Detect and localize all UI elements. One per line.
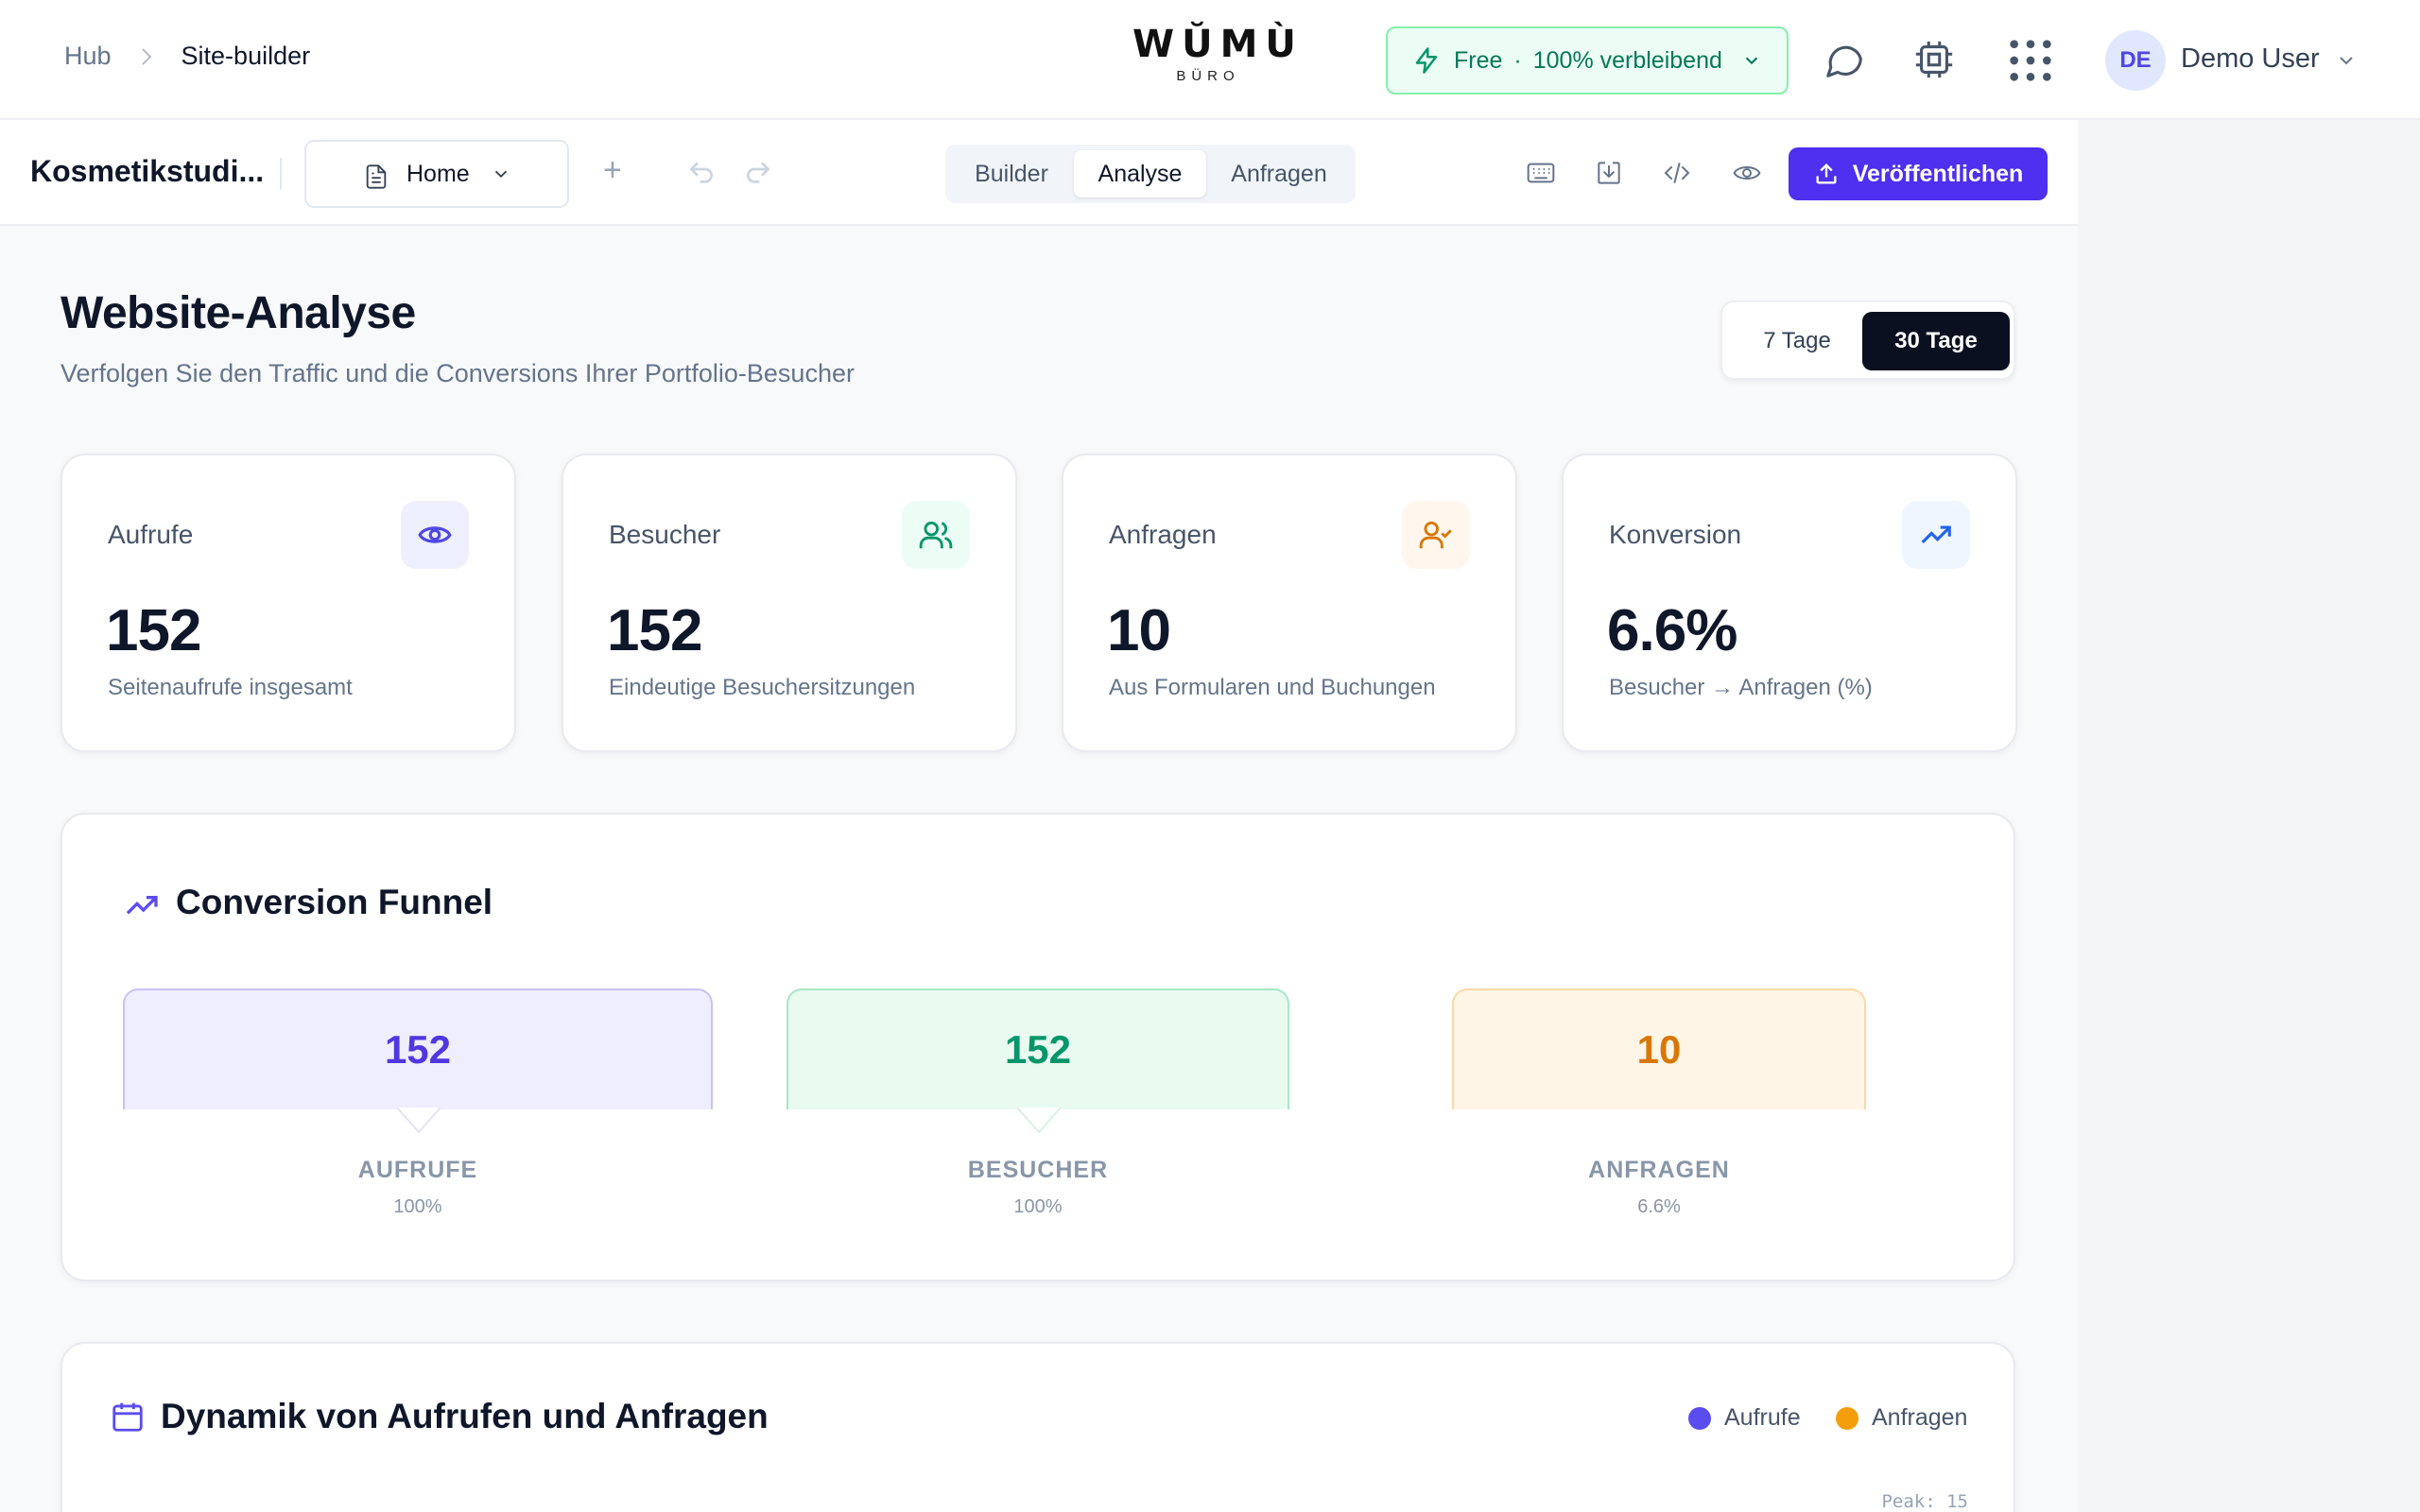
view-tabs: Builder Analyse Anfragen xyxy=(945,145,1356,203)
chevron-right-icon xyxy=(141,47,151,65)
funnel-step-percent: 100% xyxy=(393,1196,442,1217)
kpi-value: 6.6% xyxy=(1607,598,1737,663)
kpi-card-aufrufe: Aufrufe 152 Seitenaufrufe insgesamt xyxy=(60,454,516,752)
redo-icon[interactable] xyxy=(743,158,773,188)
user-check-icon xyxy=(1419,521,1452,549)
calendar-icon xyxy=(112,1402,143,1432)
file-icon xyxy=(366,164,387,189)
legend-swatch xyxy=(1688,1406,1711,1430)
apps-grid-icon[interactable] xyxy=(2006,36,2055,85)
editor-toolbar: Kosmetikstudi... Home + Builder Analyse … xyxy=(0,120,2078,226)
tab-analyse[interactable]: Analyse xyxy=(1074,150,1206,198)
funnel-bar-anfragen: 10 xyxy=(1452,988,1866,1109)
funnel-arrow-icon xyxy=(1017,1108,1061,1134)
conversion-funnel-card: Conversion Funnel 152 AUFRUFE 100% 152 B… xyxy=(60,813,2015,1281)
kpi-label: Anfragen xyxy=(1109,520,1217,549)
kpi-card-konversion: Konversion 6.6% Besucher → Anfragen (%) xyxy=(1562,454,2017,752)
page-title: Website-Analyse xyxy=(60,288,416,338)
dynamics-chart-card: Dynamik von Aufrufen und Anfragen Aufruf… xyxy=(60,1342,2015,1512)
kpi-label: Aufrufe xyxy=(108,520,194,549)
funnel-bar-aufrufe: 152 xyxy=(123,988,713,1109)
tab-anfragen[interactable]: Anfragen xyxy=(1208,150,1350,198)
toolbar-divider xyxy=(280,158,282,190)
kpi-description: Seitenaufrufe insgesamt xyxy=(108,675,353,700)
bolt-icon xyxy=(1415,47,1438,74)
kpi-value: 152 xyxy=(106,598,201,663)
undo-icon[interactable] xyxy=(686,158,717,188)
kpi-icon-badge xyxy=(1402,501,1470,569)
range-30-days-button[interactable]: 30 Tage xyxy=(1862,312,2010,370)
trending-up-icon xyxy=(126,896,158,915)
kpi-value: 152 xyxy=(607,598,702,663)
chart-peak-label: Peak: 15 xyxy=(1881,1491,1968,1512)
user-name[interactable]: Demo User xyxy=(2181,43,2320,75)
page-select[interactable]: Home xyxy=(304,140,569,208)
keyboard-icon[interactable] xyxy=(1526,158,1556,188)
range-7-days-button[interactable]: 7 Tage xyxy=(1732,312,1862,370)
funnel-title: Conversion Funnel xyxy=(176,883,493,921)
funnel-step-label: AUFRUFE xyxy=(357,1157,478,1183)
legend-swatch xyxy=(1836,1406,1858,1430)
kpi-description: Aus Formularen und Buchungen xyxy=(1109,675,1436,700)
chat-icon[interactable] xyxy=(1823,38,1866,81)
funnel-bar-besucher: 152 xyxy=(786,988,1289,1109)
kpi-label: Konversion xyxy=(1609,520,1742,549)
page-subtitle: Verfolgen Sie den Traffic und die Conver… xyxy=(60,359,855,387)
project-name[interactable]: Kosmetikstudi... xyxy=(30,154,264,189)
kpi-value: 10 xyxy=(1107,598,1171,663)
page-select-value: Home xyxy=(406,160,470,187)
users-icon xyxy=(919,521,953,549)
code-icon[interactable] xyxy=(1662,158,1692,188)
logo-subtitle: BÜRO xyxy=(1176,68,1240,84)
plan-name: Free xyxy=(1454,46,1503,74)
chevron-down-icon xyxy=(1745,57,1758,65)
chevron-down-icon xyxy=(494,170,507,179)
preview-eye-icon[interactable] xyxy=(1732,158,1762,188)
legend-item-anfragen: Anfragen xyxy=(1836,1404,1967,1432)
plan-separator: · xyxy=(1513,46,1522,74)
cpu-icon[interactable] xyxy=(1912,38,1956,81)
kpi-icon-badge xyxy=(401,501,469,569)
funnel-step-percent: 6.6% xyxy=(1637,1196,1681,1217)
publish-button[interactable]: Veröffentlichen xyxy=(1789,147,2048,200)
kpi-card-anfragen: Anfragen 10 Aus Formularen und Buchungen xyxy=(1062,454,1517,752)
legend-label: Aufrufe xyxy=(1724,1404,1801,1431)
breadcrumb-hub-link[interactable]: Hub xyxy=(64,42,112,71)
kpi-label: Besucher xyxy=(609,520,721,549)
kpi-card-besucher: Besucher 152 Eindeutige Besuchersitzunge… xyxy=(562,454,1017,752)
funnel-step-percent: 100% xyxy=(1013,1196,1063,1217)
tab-builder[interactable]: Builder xyxy=(951,150,1072,198)
legend-item-aufrufe: Aufrufe xyxy=(1688,1404,1801,1432)
logo[interactable]: WŬMÙ BÜRO xyxy=(1132,23,1304,84)
kpi-icon-badge xyxy=(1902,501,1970,569)
plan-remaining: 100% verbleibend xyxy=(1532,46,1722,74)
trending-up-icon xyxy=(1921,525,1951,544)
dynamics-title: Dynamik von Aufrufen und Anfragen xyxy=(161,1397,769,1435)
kpi-description: Eindeutige Besuchersitzungen xyxy=(609,675,916,700)
funnel-arrow-icon xyxy=(397,1108,441,1134)
plan-status-button[interactable]: Free · 100% verbleibend xyxy=(1386,26,1789,94)
avatar[interactable]: DE xyxy=(2105,30,2166,91)
eye-icon xyxy=(418,526,452,543)
top-bar: Hub Site-builder WŬMÙ BÜRO Free · 100% v… xyxy=(0,0,2420,120)
legend-label: Anfragen xyxy=(1872,1404,1968,1431)
kpi-icon-badge xyxy=(902,501,970,569)
kpi-description: Besucher → Anfragen (%) xyxy=(1609,675,1873,700)
add-page-button[interactable]: + xyxy=(603,152,622,189)
breadcrumb: Hub Site-builder xyxy=(64,42,310,71)
chevron-down-icon[interactable] xyxy=(2335,49,2358,72)
download-icon[interactable] xyxy=(1594,158,1624,188)
side-panel-area xyxy=(2078,120,2420,1512)
upload-icon xyxy=(1816,163,1837,184)
breadcrumb-current: Site-builder xyxy=(181,42,311,70)
funnel-step-label: ANFRAGEN xyxy=(1588,1157,1730,1183)
publish-label: Veröffentlichen xyxy=(1852,160,2024,187)
logo-wordmark: WŬMÙ xyxy=(1132,23,1304,66)
date-range-toggle: 7 Tage 30 Tage xyxy=(1720,301,2015,380)
funnel-step-label: BESUCHER xyxy=(967,1157,1109,1183)
